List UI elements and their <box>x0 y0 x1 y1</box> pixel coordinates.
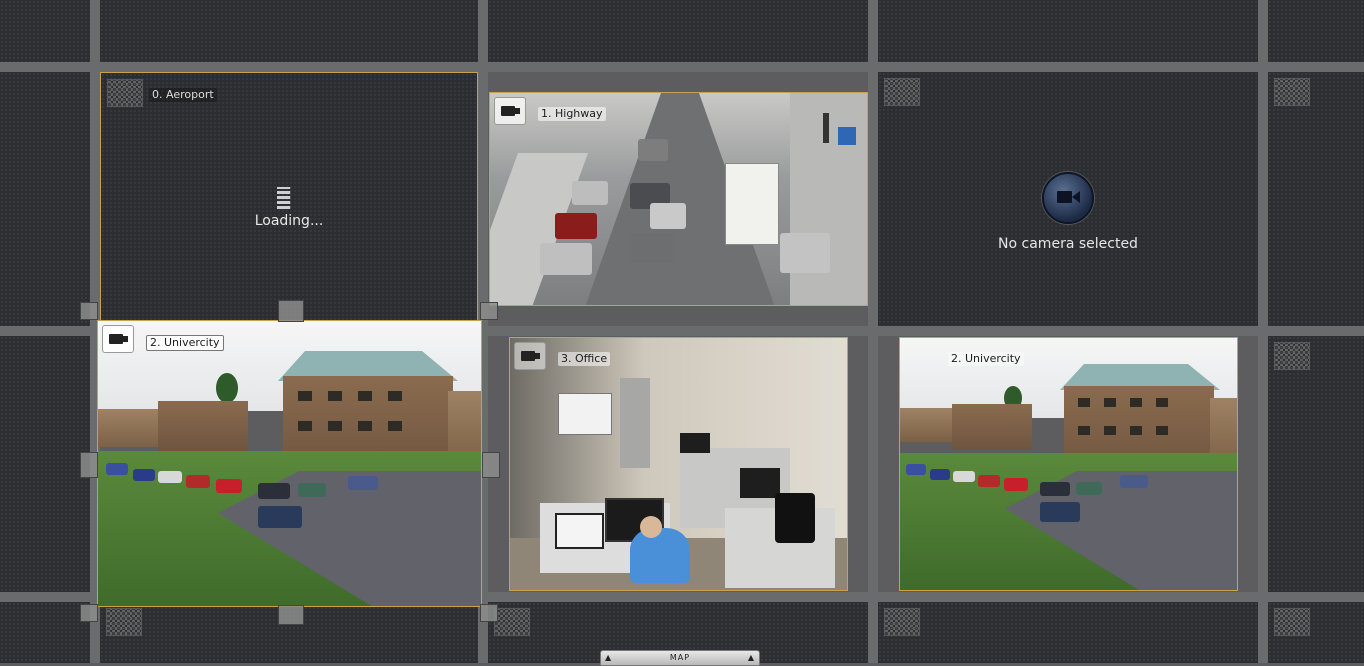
resize-handle-bottom[interactable] <box>278 605 304 625</box>
univercity-video-frame <box>98 321 481 606</box>
bg-cell <box>100 0 478 62</box>
no-camera-status: No camera selected <box>998 236 1138 252</box>
bg-cell <box>0 0 90 62</box>
camera-label: 2. Univercity <box>146 335 224 351</box>
bg-cell <box>1268 72 1364 326</box>
camera-panel-office[interactable]: 3. Office <box>509 337 848 591</box>
grid-layout-icon[interactable] <box>1274 78 1310 106</box>
camera-icon[interactable] <box>514 342 546 370</box>
bg-cell <box>1268 336 1364 592</box>
camera-panel-empty[interactable]: No camera selected <box>878 72 1258 326</box>
camera-icon[interactable] <box>102 325 134 353</box>
resize-handle-right[interactable] <box>482 452 500 478</box>
camera-label: 2. Univercity <box>948 352 1024 366</box>
grid-layout-icon[interactable] <box>494 608 530 636</box>
camera-label: 0. Aeroport <box>149 88 217 102</box>
grid-layout-icon[interactable] <box>884 608 920 636</box>
map-tab-label: MAP <box>669 653 691 662</box>
camera-label: 3. Office <box>558 352 611 366</box>
camera-label: 1. Highway <box>538 107 606 121</box>
loading-spinner-icon <box>277 187 291 209</box>
map-toggle-tab[interactable]: ▲ MAP ▲ <box>600 650 760 666</box>
bg-cell <box>878 0 1258 62</box>
bg-cell <box>0 72 90 326</box>
camera-panel-univercity[interactable]: 2. Univercity <box>899 337 1238 591</box>
resize-handle-top[interactable] <box>278 300 304 322</box>
bg-cell <box>0 336 90 592</box>
grid-layout-icon[interactable] <box>107 79 143 107</box>
univercity-video-frame <box>900 338 1237 590</box>
grid-layout-icon[interactable] <box>106 608 142 636</box>
resize-handle-left[interactable] <box>80 452 98 478</box>
loading-status: Loading... <box>254 213 324 229</box>
resize-handle-top-left[interactable] <box>80 302 98 320</box>
camera-icon[interactable] <box>494 97 526 125</box>
resize-handle-bottom-left[interactable] <box>80 604 98 622</box>
camera-panel-univercity-selected[interactable]: 2. Univercity <box>97 320 482 607</box>
bg-cell <box>0 602 90 663</box>
highway-video-frame <box>490 93 867 305</box>
bg-cell <box>878 602 1258 663</box>
grid-line <box>0 62 1364 72</box>
grid-layout-icon[interactable] <box>1274 608 1310 636</box>
no-camera-icon <box>1042 172 1094 224</box>
grid-layout-icon[interactable] <box>884 78 920 106</box>
office-video-frame <box>510 338 847 590</box>
grid-layout-icon[interactable] <box>1274 342 1310 370</box>
resize-handle-bottom-right[interactable] <box>480 604 498 622</box>
camera-panel-aeroport[interactable]: 0. Aeroport Loading... <box>100 72 478 326</box>
resize-handle-top-right[interactable] <box>480 302 498 320</box>
bg-cell <box>488 0 868 62</box>
bg-cell <box>1268 0 1364 62</box>
camera-panel-highway[interactable]: 1. Highway <box>489 92 868 306</box>
